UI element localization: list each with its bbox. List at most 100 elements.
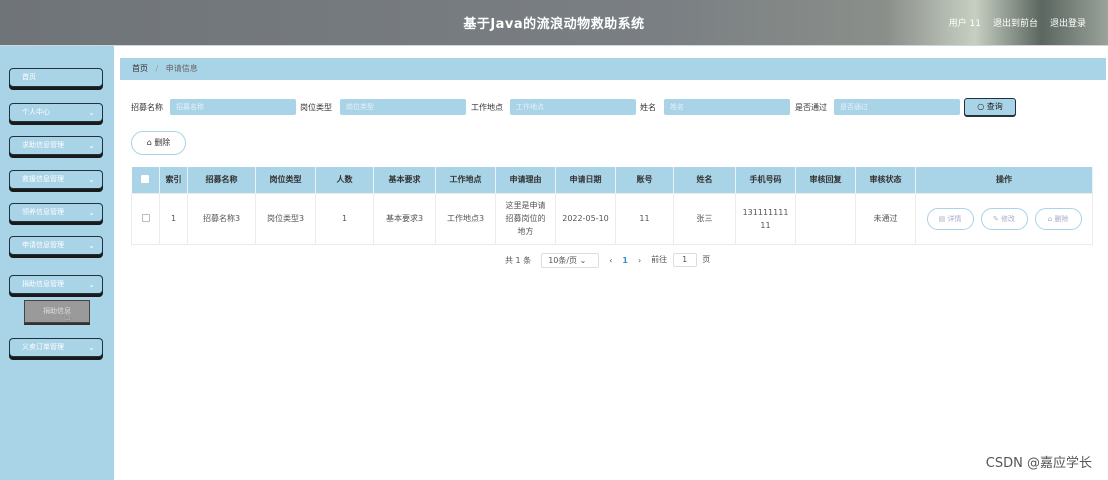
col-work-place: 工作地点 — [435, 167, 496, 193]
row-delete-button-label: 删除 — [1054, 214, 1069, 223]
search-icon: ○ — [977, 102, 985, 111]
table-header-row: 索引 招募名称 岗位类型 人数 基本要求 工作地点 申请理由 申请日期 账号 姓… — [131, 167, 1093, 193]
name-input[interactable] — [664, 99, 790, 115]
filter-label-work-place: 工作地点 — [471, 103, 503, 112]
sidebar-item-home[interactable]: 首页 — [9, 68, 103, 87]
pagination: 共 1 条 10条/页 ⌄ ‹ 1 › 前往 1 页 — [505, 252, 710, 268]
col-index: 索引 — [159, 167, 188, 193]
app-title: 基于Java的流浪动物救助系统 — [463, 17, 645, 32]
prev-page-button[interactable]: ‹ — [609, 256, 612, 265]
trash-icon: ⌂ — [1047, 214, 1053, 223]
breadcrumb-separator: / — [155, 64, 159, 73]
pager-total: 共 1 条 — [505, 255, 532, 265]
sidebar-item-label: 救援信息管理 — [22, 175, 64, 183]
select-all-checkbox[interactable] — [141, 174, 150, 183]
hand-cursor-icon: ☝ — [64, 310, 71, 323]
sidebar-item-rescue[interactable]: 救援信息管理 ⌄ — [9, 170, 103, 189]
data-table: 索引 招募名称 岗位类型 人数 基本要求 工作地点 申请理由 申请日期 账号 姓… — [131, 167, 1093, 245]
col-count: 人数 — [315, 167, 374, 193]
header-nav: 用户 11 退出到前台 退出登录 — [949, 16, 1086, 29]
breadcrumb: 首页 / 申请信息 — [120, 58, 1106, 80]
cell-post-type: 岗位类型3 — [255, 192, 316, 245]
sidebar-item-charity-orders[interactable]: 义卖订单管理 ⌄ — [9, 338, 103, 357]
front-link[interactable]: 退出到前台 — [993, 16, 1038, 29]
work-place-input[interactable] — [510, 99, 636, 115]
edit-button-label: 修改 — [1001, 214, 1016, 223]
trash-icon: ⌂ — [146, 138, 152, 147]
chevron-down-icon: ⌄ — [88, 280, 95, 289]
sidebar-item-label: 申请信息管理 — [22, 241, 64, 249]
sidebar-item-label: 义卖订单管理 — [22, 343, 64, 351]
recruit-name-input[interactable] — [170, 99, 296, 115]
app-header: 基于Java的流浪动物救助系统 用户 11 退出到前台 退出登录 — [0, 0, 1108, 46]
cell-recruit-name: 招募名称3 — [187, 192, 256, 245]
submenu-donate-info[interactable]: 捐助信息 — [24, 300, 90, 323]
sidebar-item-apply[interactable]: 申请信息管理 ⌄ — [9, 236, 103, 255]
edit-icon: ✎ — [992, 214, 999, 223]
breadcrumb-current: 申请信息 — [165, 64, 198, 73]
cell-review-status: 未通过 — [855, 192, 916, 245]
col-account: 账号 — [615, 167, 674, 193]
page-size-select[interactable]: 10条/页 ⌄ — [541, 252, 600, 268]
cell-review-reply — [795, 192, 856, 245]
chevron-down-icon: ⌄ — [88, 108, 95, 117]
sidebar-item-donate[interactable]: 捐助信息管理 ⌄ — [9, 275, 103, 294]
filter-label-recruit-name: 招募名称 — [131, 103, 163, 112]
cell-requirement: 基本要求3 — [373, 192, 436, 245]
col-requirement: 基本要求 — [373, 167, 436, 193]
goto-input[interactable]: 1 — [672, 253, 697, 267]
goto-label: 前往 — [651, 255, 668, 264]
chevron-down-icon: ⌄ — [88, 343, 95, 352]
cell-work-place: 工作地点3 — [435, 192, 496, 245]
sidebar-item-personal[interactable]: 个人中心 ⌄ — [9, 103, 103, 122]
cell-date: 2022-05-10 — [555, 192, 616, 245]
chevron-down-icon: ⌄ — [88, 175, 95, 184]
next-page-button[interactable]: › — [638, 256, 641, 265]
goto-unit: 页 — [702, 255, 711, 264]
sidebar-item-label: 个人中心 — [22, 108, 50, 116]
row-checkbox[interactable] — [141, 213, 150, 222]
cell-reason: 这里是申请招募岗位的地方 — [495, 192, 556, 245]
watermark: CSDN @嘉应学长 — [985, 456, 1092, 471]
select-all-cell[interactable] — [131, 167, 160, 193]
cell-name: 张三 — [673, 192, 736, 245]
col-date: 申请日期 — [555, 167, 616, 193]
approved-input[interactable] — [834, 99, 960, 115]
breadcrumb-home[interactable]: 首页 — [132, 64, 148, 73]
filter-label-post-type: 岗位类型 — [300, 103, 332, 112]
chevron-down-icon: ⌄ — [579, 255, 587, 265]
sidebar-item-help[interactable]: 求助信息管理 ⌄ — [9, 136, 103, 155]
cell-account: 11 — [615, 192, 674, 245]
cell-count: 1 — [315, 192, 374, 245]
col-actions: 操作 — [915, 167, 1093, 193]
filter-label-approved: 是否通过 — [795, 103, 827, 112]
chevron-down-icon: ⌄ — [88, 208, 95, 217]
query-button[interactable]: ○ 查询 — [964, 98, 1016, 116]
cell-phone: 13111111111 — [735, 192, 796, 245]
goto-group: 前往 1 页 — [651, 253, 710, 267]
cell-actions: ▤ 详情 ✎ 修改 ⌂ 删除 — [915, 192, 1093, 245]
col-name: 姓名 — [673, 167, 736, 193]
logout-link[interactable]: 退出登录 — [1050, 16, 1086, 29]
page-number[interactable]: 1 — [622, 256, 628, 265]
chevron-down-icon: ⌄ — [88, 141, 95, 150]
sidebar-item-label: 领养信息管理 — [22, 208, 64, 216]
col-post-type: 岗位类型 — [255, 167, 316, 193]
detail-button[interactable]: ▤ 详情 — [926, 207, 974, 230]
chevron-down-icon: ⌄ — [88, 241, 95, 250]
cell-index: 1 — [159, 192, 188, 245]
document-icon: ▤ — [938, 214, 946, 223]
sidebar-item-adopt[interactable]: 领养信息管理 ⌄ — [9, 203, 103, 222]
sidebar-item-label: 首页 — [22, 73, 36, 81]
user-label: 用户 11 — [948, 19, 981, 29]
edit-button[interactable]: ✎ 修改 — [980, 207, 1028, 230]
row-delete-button[interactable]: ⌂ 删除 — [1034, 207, 1082, 230]
col-recruit-name: 招募名称 — [187, 167, 256, 193]
post-type-input[interactable] — [340, 99, 466, 115]
sidebar-item-label: 捐助信息管理 — [22, 280, 64, 288]
table-row: 1 招募名称3 岗位类型3 1 基本要求3 工作地点3 这里是申请招募岗位的地方… — [131, 192, 1093, 245]
delete-button[interactable]: ⌂ 删除 — [131, 131, 186, 155]
filter-label-name: 姓名 — [640, 103, 656, 112]
row-select-cell[interactable] — [131, 192, 160, 245]
col-review-reply: 审核回复 — [795, 167, 856, 193]
